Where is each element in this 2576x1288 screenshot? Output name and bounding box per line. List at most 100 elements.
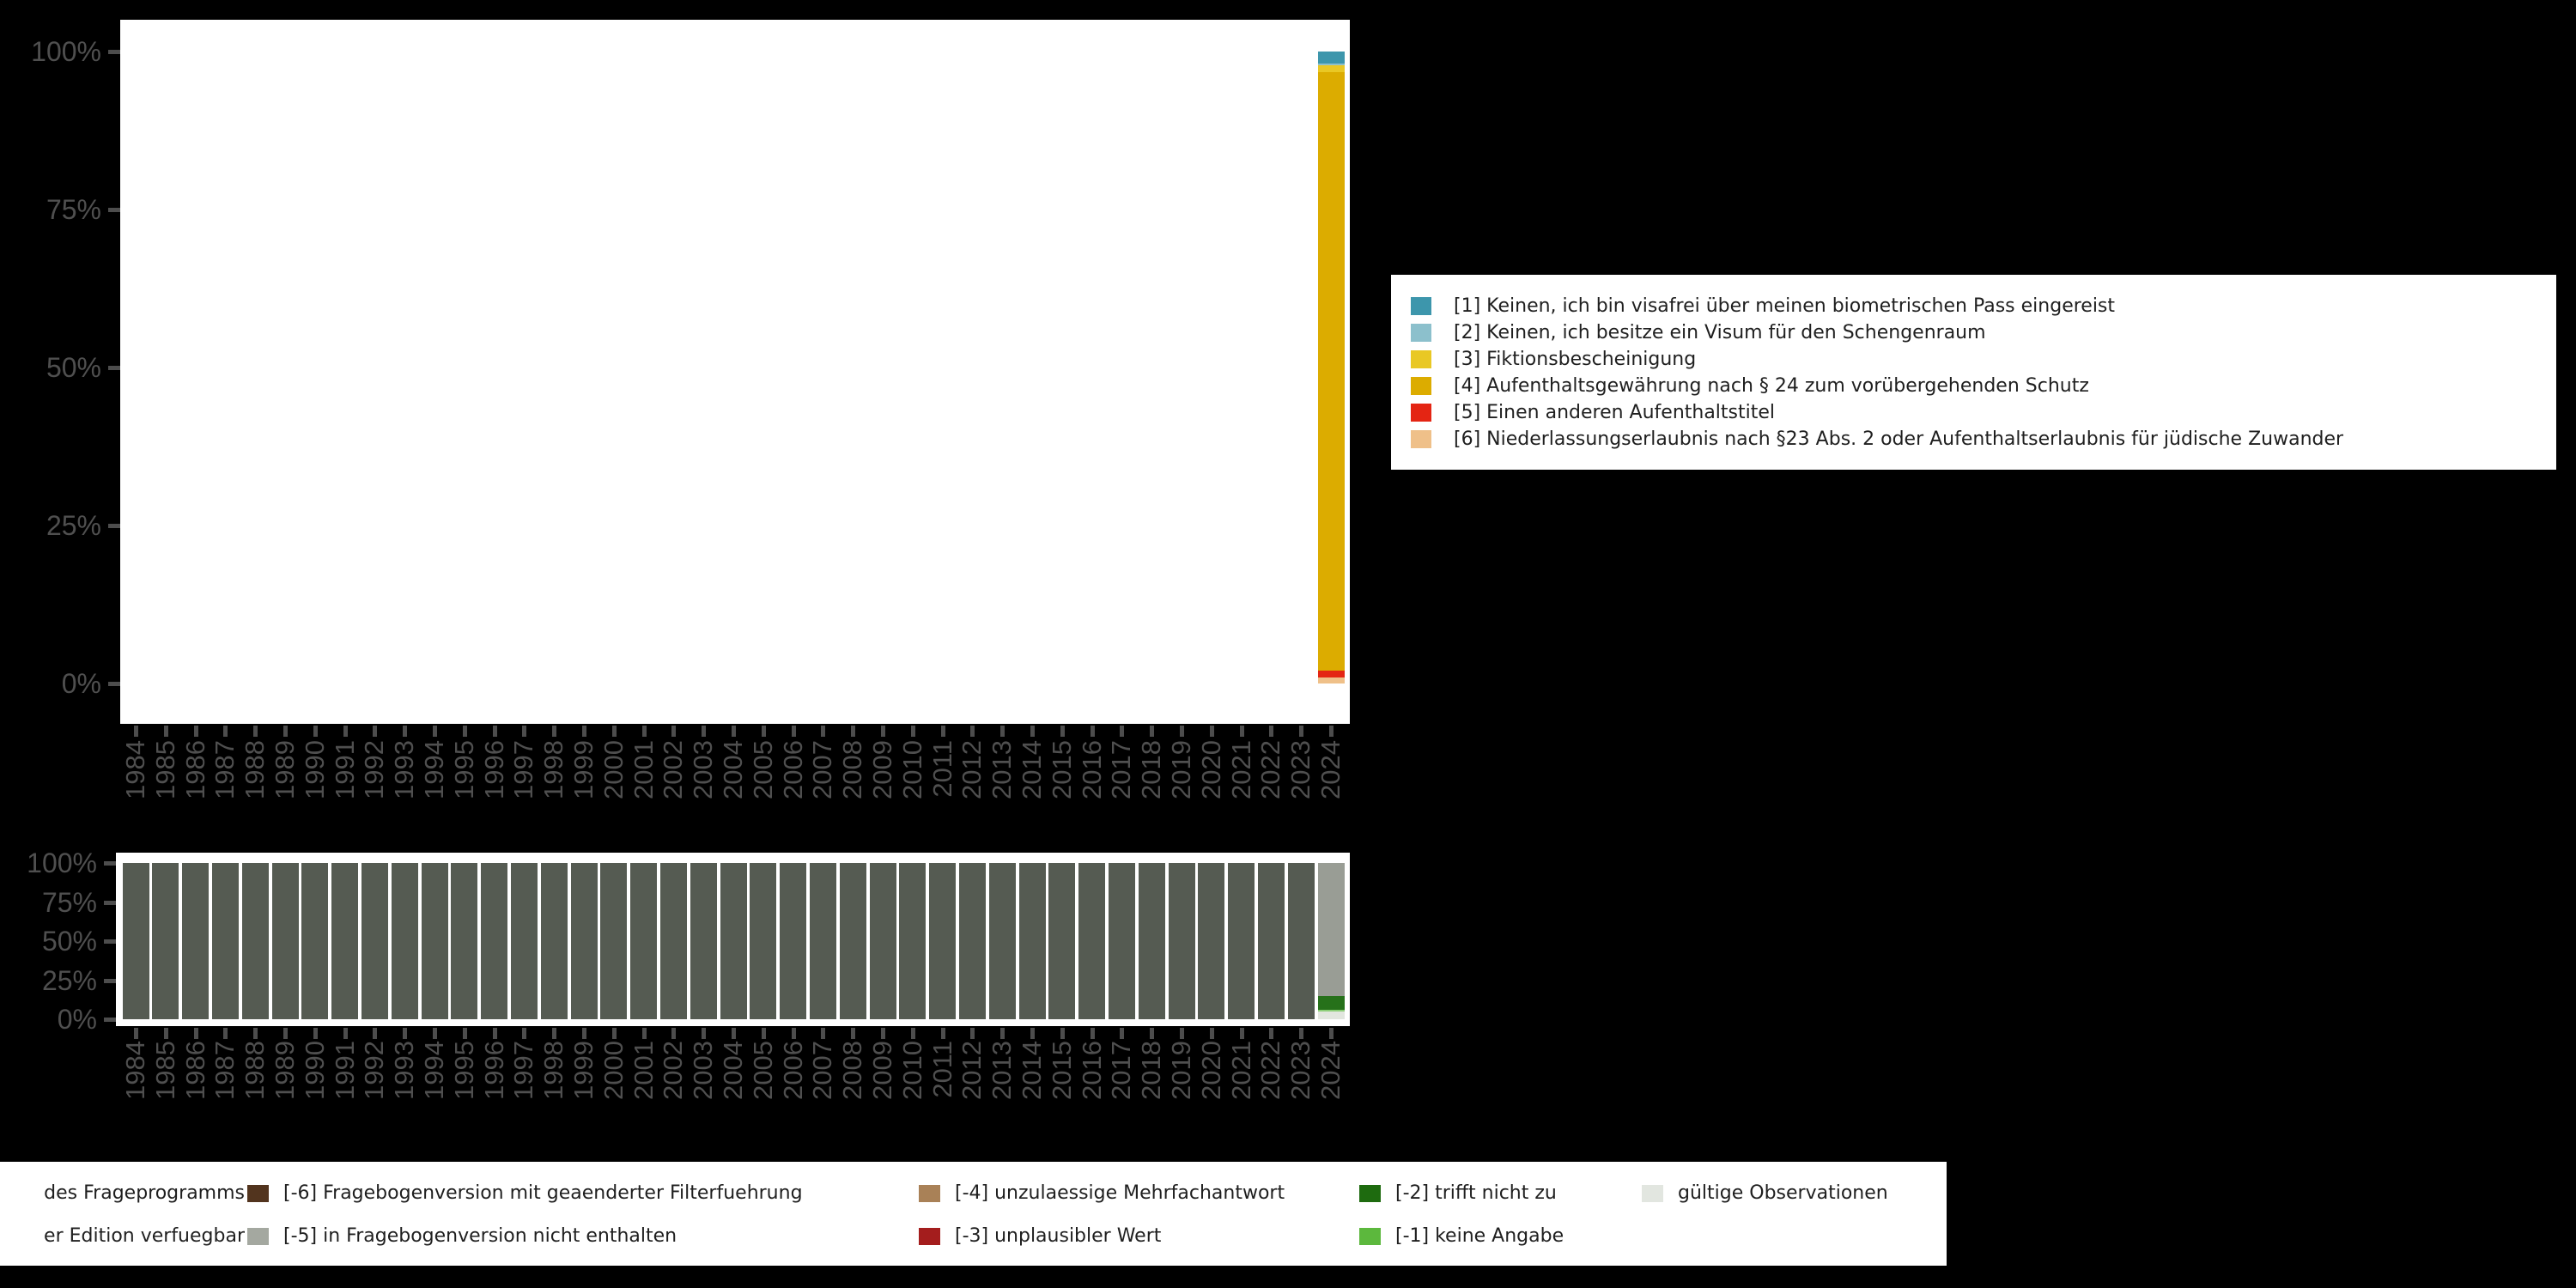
x-axis-tick	[1180, 726, 1184, 737]
x-axis-tick	[343, 1028, 348, 1039]
x-axis-year-label: 2017	[1107, 740, 1136, 823]
bar-1991	[331, 863, 358, 1019]
x-axis-tick	[223, 1028, 228, 1039]
bar-2019	[1169, 863, 1195, 1019]
y-axis-label: 25%	[0, 509, 101, 542]
bar-1995-segment	[451, 863, 477, 1019]
legend-item-label: [-1] keine Angabe	[1395, 1218, 1627, 1255]
x-axis-tick	[702, 1028, 706, 1039]
x-axis-tick	[1210, 726, 1214, 737]
x-axis-tick	[1240, 1028, 1244, 1039]
x-axis-year-label: 2008	[838, 740, 867, 823]
x-axis-year-label: 1997	[509, 740, 538, 823]
x-axis-tick	[522, 726, 526, 737]
x-axis-year-label: 2006	[779, 740, 808, 823]
x-axis-year-label: 1996	[480, 1041, 509, 1123]
bar-2007-segment	[810, 863, 836, 1019]
bar-1988	[242, 863, 269, 1019]
bar-2017	[1109, 863, 1135, 1019]
x-axis-year-label: 2020	[1197, 740, 1226, 823]
y-axis-tick	[108, 524, 120, 528]
y-axis-label: 25%	[0, 964, 97, 997]
y-axis-label: 0%	[0, 1003, 97, 1036]
x-axis-year-label: 2021	[1227, 740, 1256, 823]
bar-2020-segment	[1198, 863, 1224, 1019]
x-axis-tick	[1299, 726, 1303, 737]
x-axis-tick	[313, 726, 318, 737]
x-axis-year-label: 1985	[151, 1041, 180, 1123]
x-axis-year-label: 2002	[659, 740, 688, 823]
bar-2004	[720, 863, 747, 1019]
legend-swatch-icon	[1411, 377, 1431, 395]
y-axis-tick	[108, 50, 120, 54]
y-axis-label: 50%	[0, 925, 97, 957]
x-axis-year-label: 1986	[181, 740, 210, 823]
x-axis-year-label: 2022	[1256, 1041, 1285, 1123]
legend-item: [4] Aufenthaltsgewährung nach § 24 zum v…	[1411, 373, 2556, 399]
x-axis-year-label: 1993	[390, 740, 419, 823]
response-legend: [1] Keinen, ich bin visafrei über meinen…	[1391, 275, 2556, 470]
legend-swatch-icon	[1411, 297, 1431, 315]
bar-2024-segment	[1318, 671, 1345, 677]
bar-2024-segment	[1318, 65, 1345, 72]
bar-1989	[272, 863, 299, 1019]
bar-2001	[630, 863, 657, 1019]
legend-item: [6] Niederlassungserlaubnis nach §23 Abs…	[1411, 426, 2556, 453]
legend-item-label: [-2] trifft nicht zu	[1395, 1175, 1627, 1212]
x-axis-tick	[552, 726, 556, 737]
x-axis-tick	[881, 726, 885, 737]
bar-1987	[212, 863, 239, 1019]
legend-item-label: [1] Keinen, ich bin visafrei über meinen…	[1454, 295, 2115, 317]
x-axis-tick	[762, 1028, 766, 1039]
bar-2009-segment	[870, 863, 896, 1019]
bar-1994-segment	[422, 863, 448, 1019]
x-axis-tick	[612, 1028, 617, 1039]
x-axis-tick	[821, 1028, 825, 1039]
bar-2013-segment	[989, 863, 1016, 1019]
bar-1999-segment	[571, 863, 598, 1019]
legend-item-label: [4] Aufenthaltsgewährung nach § 24 zum v…	[1454, 375, 2089, 397]
x-axis-year-label: 2007	[808, 1041, 837, 1123]
response-plot-area	[120, 20, 1350, 724]
bar-2015	[1048, 863, 1075, 1019]
bar-2024-segment	[1318, 996, 1345, 1010]
legend-item-label: [5] Einen anderen Aufenthaltstitel	[1454, 402, 1775, 423]
bar-2020	[1198, 863, 1224, 1019]
x-axis-year-label: 1996	[480, 740, 509, 823]
bar-2006	[780, 863, 806, 1019]
x-axis-tick	[194, 1028, 198, 1039]
x-axis-tick	[1060, 1028, 1065, 1039]
x-axis-tick	[1269, 726, 1273, 737]
bar-1991-segment	[331, 863, 358, 1019]
x-axis-year-label: 2017	[1107, 1041, 1136, 1123]
y-axis-tick	[108, 366, 120, 370]
legend-item: [2] Keinen, ich besitze ein Visum für de…	[1411, 319, 2556, 346]
legend-item-label: [2] Keinen, ich besitze ein Visum für de…	[1454, 322, 1986, 343]
y-axis-label: 0%	[0, 667, 101, 700]
bar-1995	[451, 863, 477, 1019]
legend-item-label: [-5] in Fragebogenversion nicht enthalte…	[283, 1218, 902, 1255]
x-axis-year-label: 2014	[1018, 740, 1047, 823]
x-axis-year-label: 2024	[1316, 740, 1346, 823]
x-axis-year-label: 1995	[450, 740, 479, 823]
bar-2010-segment	[899, 863, 926, 1019]
y-axis-tick	[104, 1018, 116, 1022]
bar-2001-segment	[630, 863, 657, 1019]
x-axis-tick	[164, 1028, 168, 1039]
bar-2004-segment	[720, 863, 747, 1019]
bar-2000-segment	[600, 863, 627, 1019]
bar-2021-segment	[1228, 863, 1255, 1019]
bar-1993	[392, 863, 418, 1019]
legend-swatch-icon	[1359, 1185, 1381, 1202]
legend-swatch-icon	[919, 1185, 940, 1202]
x-axis-tick	[194, 726, 198, 737]
x-axis-tick	[134, 726, 138, 737]
bar-2006-segment	[780, 863, 806, 1019]
x-axis-tick	[433, 1028, 437, 1039]
x-axis-tick	[732, 1028, 736, 1039]
bar-2011-segment	[929, 863, 956, 1019]
x-axis-tick	[941, 1028, 945, 1039]
x-axis-tick	[941, 726, 945, 737]
x-axis-year-label: 2014	[1018, 1041, 1047, 1123]
bar-1986	[182, 863, 209, 1019]
